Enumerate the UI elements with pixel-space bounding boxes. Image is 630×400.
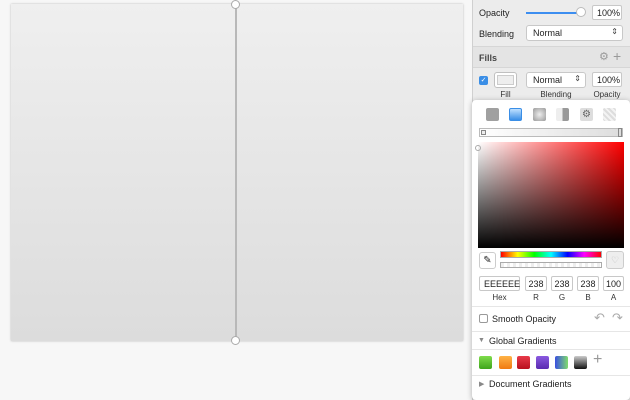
add-gradient-icon[interactable]: + [593,351,602,369]
disclosure-open-icon[interactable]: ▼ [478,337,485,344]
gradient-start-handle[interactable] [231,0,240,9]
artboard[interactable] [11,4,463,341]
color-presets-icon[interactable]: ♡ [606,251,624,269]
b-label: B [585,293,591,302]
hex-field[interactable]: EEEEEE [479,276,520,291]
global-gradient-swatch[interactable] [517,356,530,369]
fill-caption: Fill [500,90,511,99]
eyedropper-icon[interactable]: ✎ [479,252,496,269]
gradient-bar[interactable] [479,128,623,137]
gradient-end-handle[interactable] [231,336,240,345]
saturation-brightness-picker[interactable] [475,142,624,248]
a-label: A [610,293,617,302]
b-field[interactable]: 238 [577,276,599,291]
a-field[interactable]: 100 [603,276,624,291]
global-gradient-swatch[interactable] [479,356,492,369]
color-cursor[interactable] [475,145,481,151]
pattern-fill-icon[interactable]: ⚙ [580,108,593,121]
smooth-opacity-checkbox[interactable] [479,314,488,323]
solid-fill-icon[interactable] [486,108,499,121]
global-gradient-swatch[interactable] [536,356,549,369]
opacity-field[interactable]: 100% [592,5,622,20]
canvas[interactable] [0,0,472,400]
g-label: G [558,293,566,302]
opacity-slider[interactable] [526,12,581,14]
global-gradient-swatch[interactable] [555,356,568,369]
noise-fill-icon[interactable] [603,108,616,121]
color-picker-popover: ⚙ ✎ ♡ EEEEEE 238 238 238 100 Hex R G B A… [472,100,630,400]
fills-header: Fills ⚙ + [473,46,630,68]
opacity-slider-thumb[interactable] [576,7,586,17]
opacity-caption: Opacity [593,90,621,99]
chevron-updown-icon: ⇕ [611,27,618,36]
fill-blending-select[interactable]: Normal ⇕ [526,72,586,88]
r-label: R [533,293,539,302]
hex-label: Hex [492,293,507,302]
opacity-label: Opacity [479,8,510,18]
blending-label: Blending [479,29,515,39]
add-fill-icon[interactable]: + [613,48,621,64]
chevron-updown-icon: ⇕ [574,74,581,83]
disclosure-closed-icon[interactable]: ▶ [479,380,484,388]
global-gradient-swatch[interactable] [499,356,512,369]
g-field[interactable]: 238 [551,276,573,291]
blending-select[interactable]: Normal ⇕ [526,25,623,41]
global-gradients-label[interactable]: Global Gradients [489,336,557,346]
gradient-stop-start[interactable] [481,130,486,135]
linear-gradient-icon[interactable] [509,108,522,121]
radial-gradient-icon[interactable] [533,108,546,121]
fill-blending-value: Normal [533,75,563,85]
fill-color-well[interactable] [494,72,517,88]
document-gradients-label[interactable]: Document Gradients [489,379,572,389]
redo-icon[interactable]: ↷ [612,310,623,326]
fill-opacity-field[interactable]: 100% [592,72,622,87]
global-gradient-swatch[interactable] [574,356,587,369]
gradient-stop-end[interactable] [618,128,622,137]
angular-gradient-icon[interactable] [556,108,569,121]
fills-title: Fills [479,53,498,63]
blending-value: Normal [533,28,563,38]
undo-icon[interactable]: ↶ [594,310,605,326]
hue-slider[interactable] [500,251,602,258]
gradient-line[interactable] [235,4,237,341]
fill-enabled-checkbox[interactable]: ✓ [479,76,488,85]
smooth-opacity-label: Smooth Opacity [492,314,557,324]
r-field[interactable]: 238 [525,276,547,291]
blending-caption: Blending [540,90,572,99]
gear-icon[interactable]: ⚙ [599,50,609,63]
alpha-slider[interactable] [500,262,602,268]
